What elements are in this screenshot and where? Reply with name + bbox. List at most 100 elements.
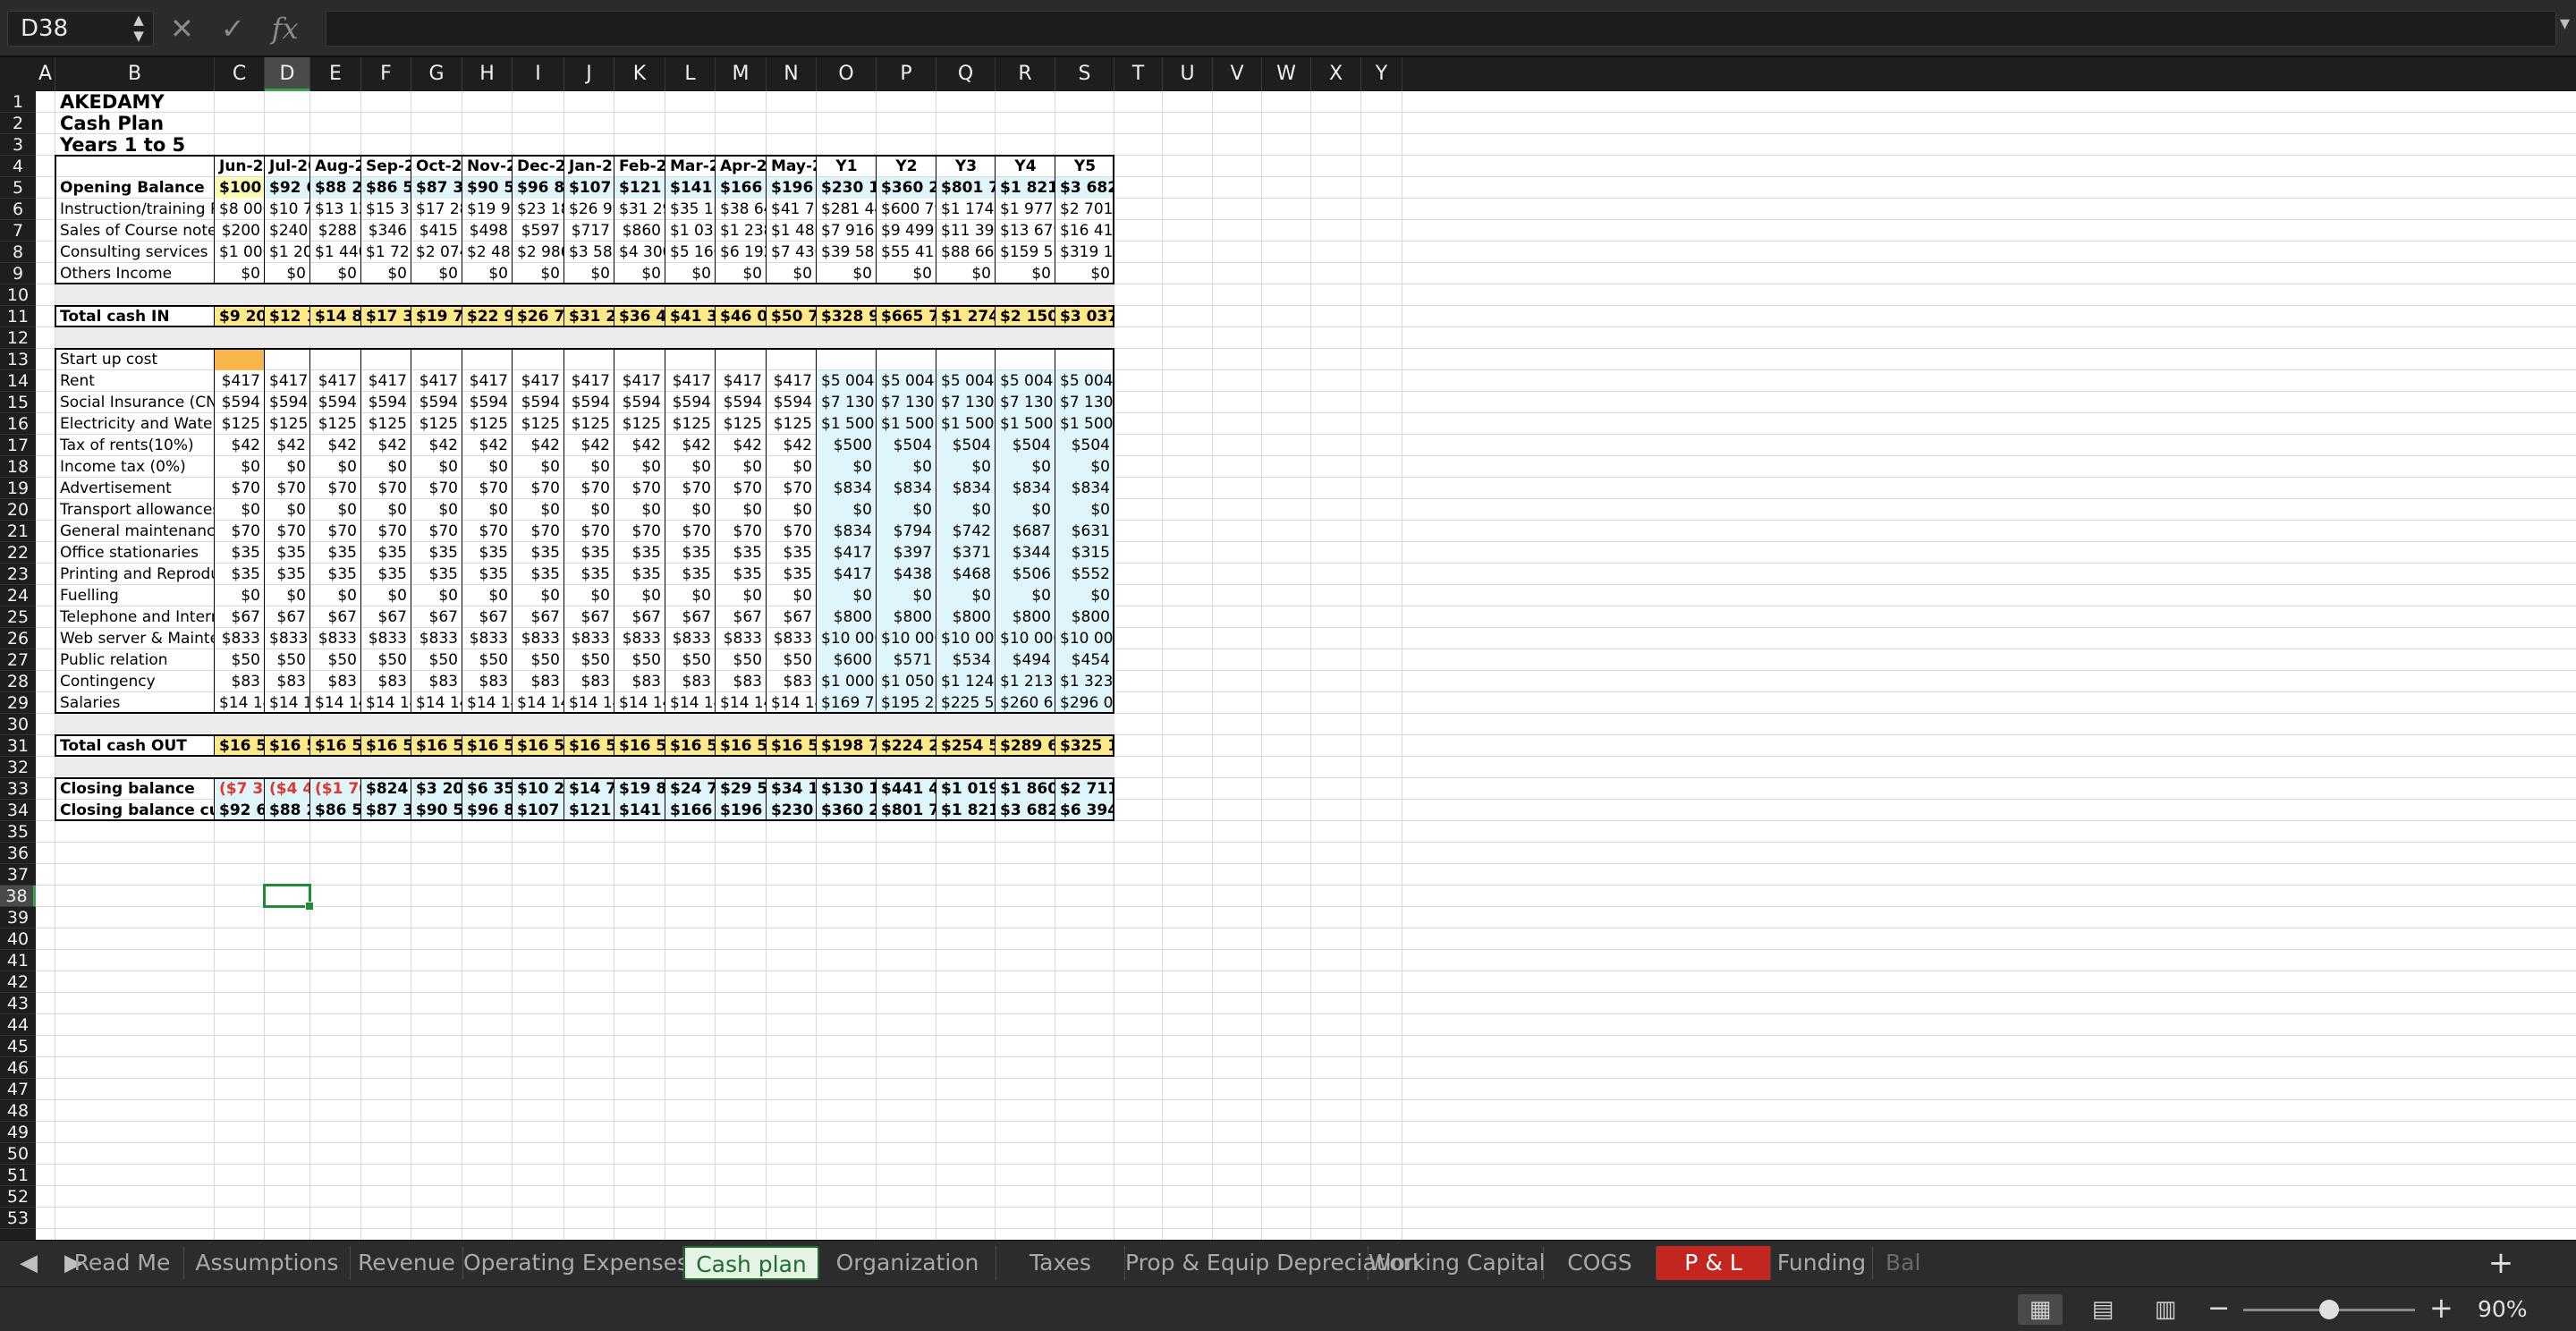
value-cell[interactable]: $70 [411,478,462,499]
value-cell[interactable]: $88 208 [310,177,361,199]
separator-cell[interactable] [817,757,877,778]
row-label[interactable]: Instruction/training Revenue [55,199,215,220]
column-header-p[interactable]: P [877,57,936,91]
row-header[interactable]: 10 [0,284,36,306]
value-cell[interactable]: $833 [513,628,564,649]
value-cell[interactable] [614,349,665,370]
value-cell[interactable]: $417 [411,370,462,392]
value-cell[interactable]: $88 208 [265,800,310,821]
value-cell[interactable]: $35 [215,542,265,564]
value-cell[interactable]: $83 [665,671,716,692]
value-cell[interactable]: $833 [265,628,310,649]
value-cell[interactable]: $360 289 [877,177,936,199]
value-cell[interactable]: $397 [877,542,936,564]
value-cell[interactable]: $83 [215,671,265,692]
value-cell[interactable]: $417 [564,370,614,392]
value-cell[interactable]: $70 [361,478,411,499]
value-cell[interactable]: $315 [1055,542,1114,564]
separator-cell[interactable] [411,714,462,735]
value-cell[interactable]: $96 883 [462,800,513,821]
page-layout-icon[interactable]: ▤ [2080,1294,2125,1325]
value-cell[interactable]: $200 [215,220,265,242]
value-cell[interactable]: $83 [310,671,361,692]
value-cell[interactable]: $254 592 [936,735,996,757]
value-cell[interactable]: $35 [265,564,310,585]
column-header-s[interactable]: S [1055,57,1114,91]
value-cell[interactable]: $834 [877,478,936,499]
value-cell[interactable]: $0 [996,585,1055,606]
value-cell[interactable]: $594 [462,392,513,413]
row-header[interactable]: 48 [0,1100,36,1122]
value-cell[interactable]: $0 [265,263,310,284]
value-cell[interactable]: $281 442 [817,199,877,220]
row-header[interactable]: 4 [0,156,36,177]
separator-cell[interactable] [55,757,215,778]
value-cell[interactable]: $6 352 [462,778,513,800]
row-header[interactable]: 29 [0,692,36,714]
separator-cell[interactable] [665,714,716,735]
value-cell[interactable]: $2 701 521 [1055,199,1114,220]
value-cell[interactable]: $289 628 [996,735,1055,757]
value-cell[interactable]: $240 [265,220,310,242]
value-cell[interactable]: $50 [513,649,564,671]
value-cell[interactable]: $15 317 [361,199,411,220]
value-cell[interactable]: $35 [215,564,265,585]
sheet-tab-cash-plan[interactable]: Cash plan [683,1246,819,1280]
row-header[interactable]: 20 [0,499,36,521]
column-header-e[interactable]: E [310,57,361,91]
value-cell[interactable]: $14 146 [564,692,614,714]
row-header[interactable]: 27 [0,649,36,671]
value-cell[interactable]: $67 [310,606,361,628]
period-header[interactable]: Jun-20 [215,156,265,177]
row-label[interactable]: Printing and Reproduction [55,564,215,585]
row-header[interactable]: 32 [0,757,36,778]
value-cell[interactable]: $125 [564,413,614,435]
row-label[interactable]: Income tax (0%) [55,456,215,478]
value-cell[interactable]: $594 [411,392,462,413]
value-cell[interactable]: $417 [817,542,877,564]
row-header[interactable]: 46 [0,1057,36,1079]
column-header-r[interactable]: R [996,57,1055,91]
value-cell[interactable]: $0 [996,499,1055,521]
value-cell[interactable]: $225 581 [936,692,996,714]
value-cell[interactable]: $70 [665,521,716,542]
value-cell[interactable]: $417 [665,370,716,392]
value-cell[interactable]: $230 145 [817,177,877,199]
value-cell[interactable]: $196 010 [716,800,767,821]
value-cell[interactable]: $5 004 [996,370,1055,392]
value-cell[interactable]: $1 500 [817,413,877,435]
value-cell[interactable]: $70 [265,521,310,542]
separator-cell[interactable] [1055,714,1114,735]
value-cell[interactable]: $834 [817,478,877,499]
period-header[interactable]: Y5 [1055,156,1114,177]
value-cell[interactable] [817,349,877,370]
sheet-tab-revenue[interactable]: Revenue [351,1246,463,1280]
value-cell[interactable]: $0 [1055,585,1114,606]
value-cell[interactable]: $3 583 [564,242,614,263]
value-cell[interactable]: $35 [513,542,564,564]
value-cell[interactable]: $833 [310,628,361,649]
value-cell[interactable]: $35 [310,564,361,585]
value-cell[interactable]: $1 860 660 [996,778,1055,800]
value-cell[interactable]: $10 000 [877,628,936,649]
value-cell[interactable]: $0 [877,499,936,521]
period-header[interactable]: Jul-20 [265,156,310,177]
separator-cell[interactable] [716,284,767,306]
separator-cell[interactable] [513,714,564,735]
value-cell[interactable] [767,349,817,370]
row-label[interactable]: Closing balance [55,778,215,800]
value-cell[interactable]: $35 [310,542,361,564]
value-cell[interactable]: $11 399 [936,220,996,242]
row-header[interactable]: 53 [0,1208,36,1229]
page-break-icon[interactable]: ▥ [2143,1294,2188,1325]
value-cell[interactable]: $50 [614,649,665,671]
value-cell[interactable]: $50 [665,649,716,671]
value-cell[interactable]: $16 566 [215,735,265,757]
value-cell[interactable]: $166 497 [665,800,716,821]
value-cell[interactable]: $3 037 113 [1055,306,1114,327]
separator-cell[interactable] [716,757,767,778]
value-cell[interactable]: $67 [215,606,265,628]
value-cell[interactable]: $597 [513,220,564,242]
row-header[interactable]: 9 [0,263,36,284]
separator-cell[interactable] [936,714,996,735]
